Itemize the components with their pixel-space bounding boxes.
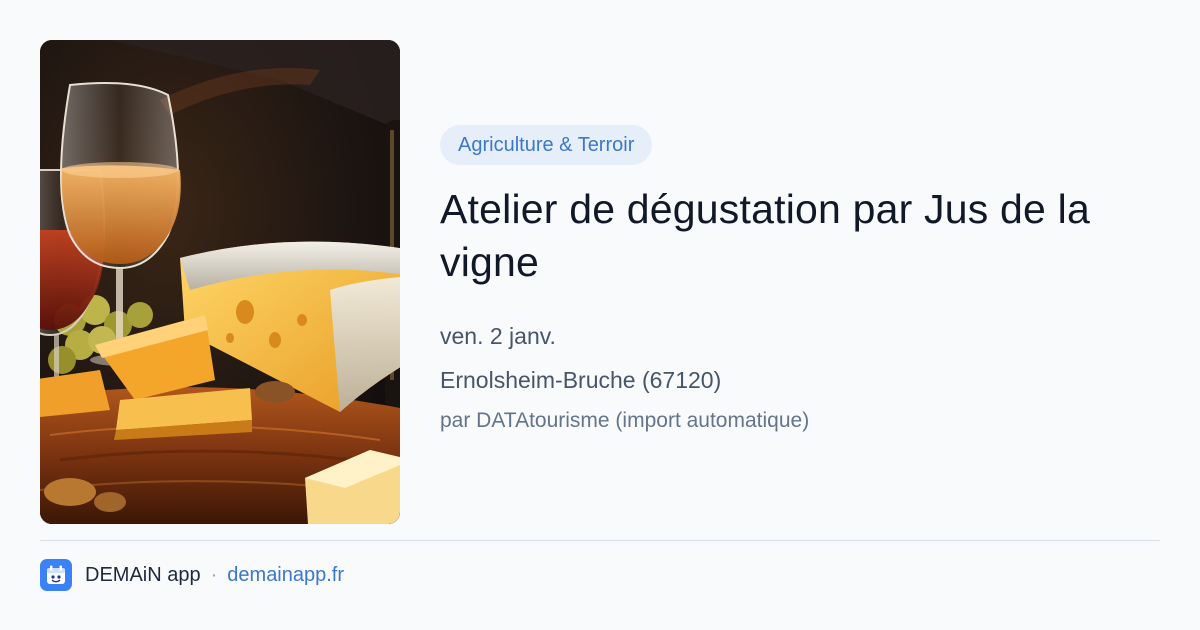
app-logo-icon[interactable] xyxy=(40,559,72,591)
category-badge[interactable]: Agriculture & Terroir xyxy=(440,125,653,165)
event-details: Agriculture & Terroir Atelier de dégusta… xyxy=(440,125,1170,435)
footer: DEMAiN app · demainapp.fr xyxy=(40,558,344,592)
event-source: par DATAtourisme (import automatique) xyxy=(440,409,810,432)
app-url-link[interactable]: demainapp.fr xyxy=(227,564,344,587)
event-illustration xyxy=(40,40,400,524)
event-title[interactable]: Atelier de dégustation par Jus de la vig… xyxy=(440,183,1160,289)
footer-divider xyxy=(40,540,1160,541)
footer-separator: · xyxy=(210,563,218,586)
event-location: Ernolsheim-Bruche (67120) xyxy=(440,367,722,393)
event-date: ven. 2 janv. xyxy=(440,323,556,349)
app-name: DEMAiN app xyxy=(85,563,201,586)
event-image[interactable] xyxy=(40,40,400,524)
